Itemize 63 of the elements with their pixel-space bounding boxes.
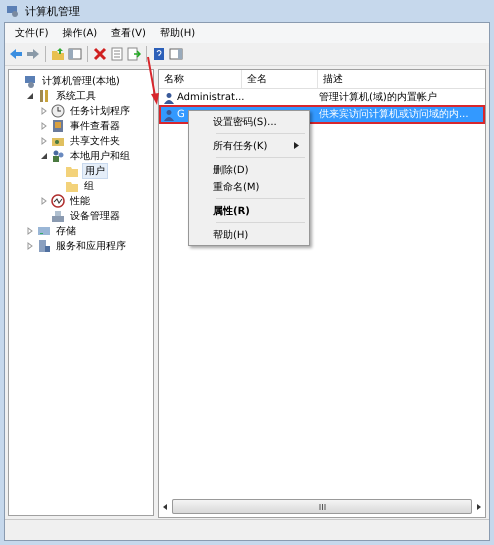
tools-icon <box>37 88 51 102</box>
help-icon[interactable] <box>152 47 166 61</box>
list-icon[interactable] <box>110 47 124 61</box>
context-menu-item[interactable]: 属性(R) <box>191 202 307 219</box>
computer-icon <box>23 74 37 88</box>
menu-item[interactable]: 操作(A) <box>56 25 104 41</box>
export-icon[interactable] <box>127 47 141 61</box>
forward-icon[interactable] <box>26 47 40 61</box>
folder-up-icon[interactable] <box>51 47 65 61</box>
services-icon <box>37 238 51 252</box>
menu-item[interactable]: 查看(V) <box>105 25 152 41</box>
tree-item[interactable]: 事件查看器 <box>68 118 122 132</box>
tree-item[interactable]: 任务计划程序 <box>68 104 132 118</box>
user-name: Administrat... <box>177 91 244 105</box>
context-menu-item[interactable]: 重命名(M) <box>191 178 307 195</box>
context-menu-item[interactable]: 所有任务(K) <box>191 137 307 154</box>
clock-icon <box>51 104 65 118</box>
grip-icon <box>318 504 326 510</box>
users-icon <box>51 148 65 162</box>
tree-item[interactable]: 用户 <box>82 162 108 178</box>
collapsed-triangle-icon[interactable] <box>40 122 48 130</box>
column-header[interactable]: 名称 <box>159 70 241 88</box>
tree-item[interactable]: 计算机管理(本地) <box>40 74 122 88</box>
viewer-icon <box>51 118 65 132</box>
scroll-left-icon[interactable] <box>161 502 169 510</box>
collapsed-triangle-icon[interactable] <box>40 136 48 144</box>
computer-management-icon <box>6 4 20 18</box>
tree-item[interactable]: 性能 <box>68 194 92 208</box>
column-header[interactable]: 描述 <box>317 70 485 88</box>
context-menu-item[interactable]: 删除(D) <box>191 161 307 178</box>
window-title: 计算机管理 <box>25 4 80 18</box>
pane-toggle-icon[interactable] <box>68 47 82 61</box>
device-icon <box>51 208 65 222</box>
tree-item[interactable]: 存储 <box>54 224 78 238</box>
collapsed-triangle-icon[interactable] <box>40 106 48 114</box>
expanded-triangle-icon[interactable] <box>40 152 48 160</box>
collapsed-triangle-icon[interactable] <box>40 196 48 204</box>
user-description: 管理计算机(域)的内置帐户 <box>319 90 437 105</box>
context-menu-item[interactable]: 帮助(H) <box>191 226 307 243</box>
menu-item[interactable]: 文件(F) <box>9 25 55 41</box>
user-name: G <box>177 108 185 122</box>
user-icon <box>163 108 175 120</box>
tree-item[interactable]: 服务和应用程序 <box>54 238 128 252</box>
column-header[interactable]: 全名 <box>241 70 317 88</box>
user-description: 供来宾访问计算机或访问域的内... <box>319 108 469 122</box>
tree-item[interactable]: 共享文件夹 <box>68 134 122 148</box>
back-icon[interactable] <box>9 47 23 61</box>
tree-item[interactable]: 设备管理器 <box>68 208 122 222</box>
user-row[interactable]: Administrat... 管理计算机(域)的内置帐户 <box>161 90 483 105</box>
user-icon <box>163 92 175 104</box>
delete-icon[interactable] <box>93 47 107 61</box>
action-pane-icon[interactable] <box>169 47 183 61</box>
tree-item[interactable]: 本地用户和组 <box>68 148 132 162</box>
perf-icon <box>51 194 65 208</box>
collapsed-triangle-icon[interactable] <box>26 242 34 250</box>
collapsed-triangle-icon[interactable] <box>26 226 34 234</box>
tree-item[interactable]: 组 <box>82 178 96 192</box>
tree-item[interactable]: 系统工具 <box>54 88 98 102</box>
menu-item[interactable]: 帮助(H) <box>154 25 202 41</box>
scrollbar-thumb[interactable] <box>172 499 472 514</box>
submenu-arrow-icon <box>294 142 299 149</box>
scroll-right-icon[interactable] <box>475 502 483 510</box>
expanded-triangle-icon[interactable] <box>26 92 34 100</box>
